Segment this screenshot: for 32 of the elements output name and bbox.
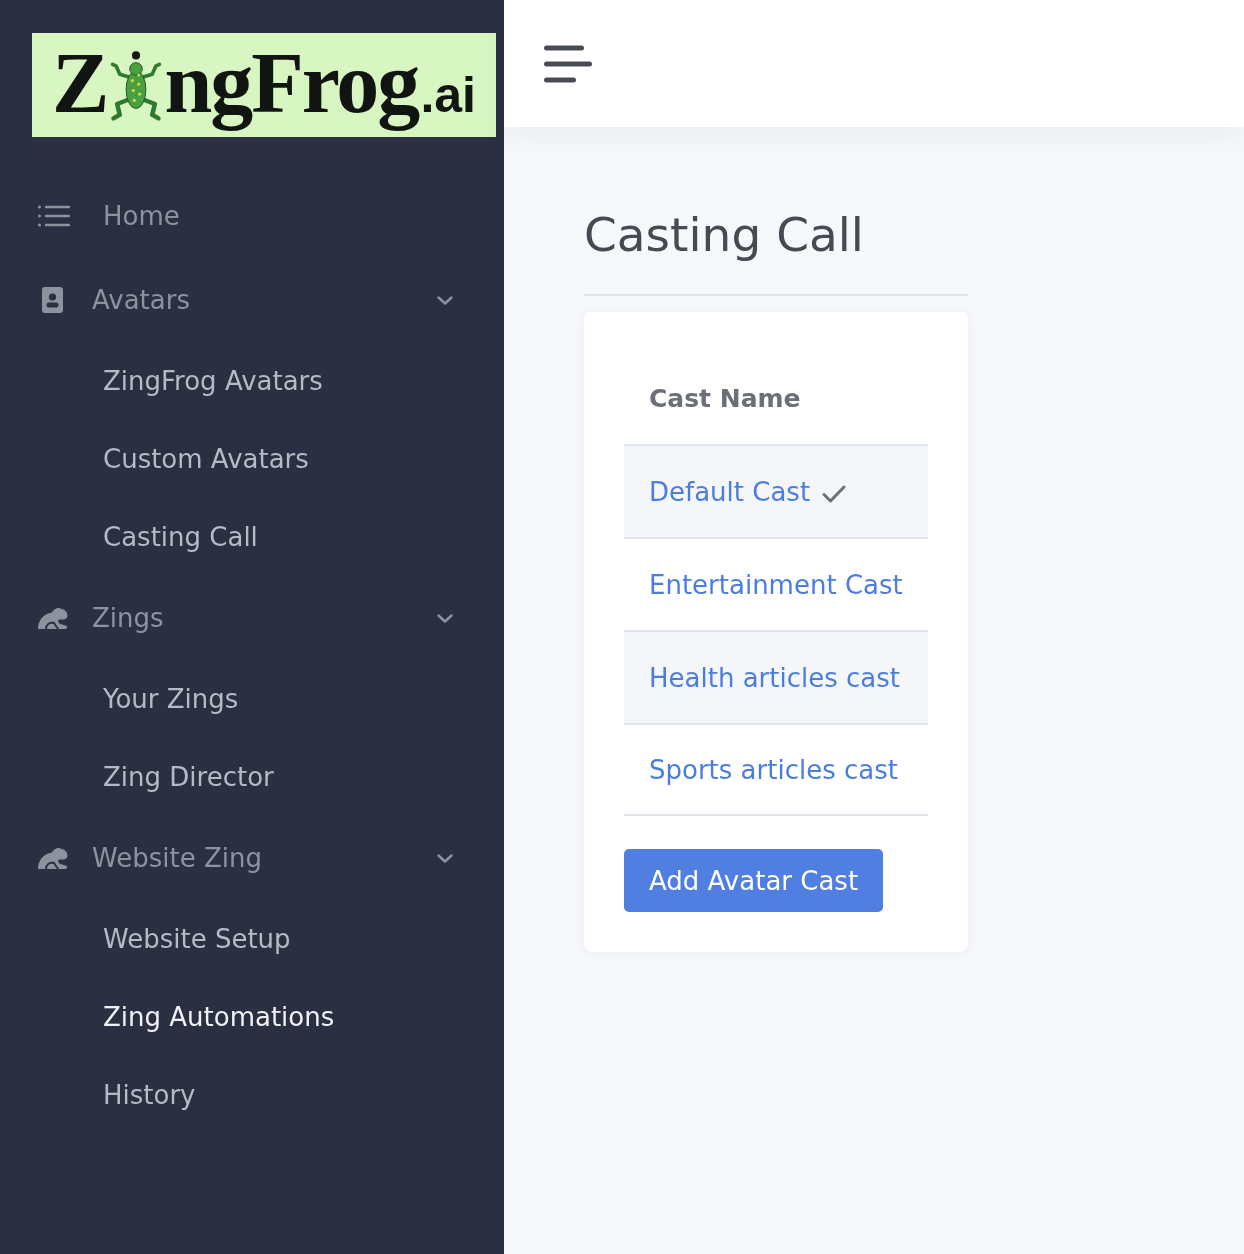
contact-card-icon: [42, 287, 63, 313]
nav-subitem[interactable]: Website Setup: [103, 924, 291, 954]
chevron-icon[interactable]: [437, 295, 453, 305]
logo-text: ngFrog: [164, 35, 419, 131]
nav-subitem[interactable]: Custom Avatars: [103, 444, 309, 474]
frog-icon: [37, 606, 68, 630]
frog-icon: [109, 49, 164, 123]
cast-link[interactable]: Entertainment Cast: [649, 569, 903, 600]
cast-link[interactable]: Health articles cast: [649, 662, 900, 693]
add-cast-button[interactable]: Add Avatar Cast: [624, 849, 884, 912]
logo-text: Z: [52, 35, 108, 131]
nav-subitem[interactable]: Your Zings: [103, 684, 239, 714]
logo-banner[interactable]: Z ngFrog.ai: [32, 33, 496, 137]
nav-subitem[interactable]: Casting Call: [103, 522, 258, 552]
logo-suffix: .ai: [420, 66, 476, 125]
column-header: Cast Name: [649, 383, 801, 413]
list-icon: [38, 205, 70, 227]
chevron-icon[interactable]: [437, 853, 453, 863]
nav-group[interactable]: Avatars: [38, 285, 190, 315]
page-title: Casting Call: [584, 206, 864, 264]
nav-subitem[interactable]: Zing Director: [103, 762, 274, 792]
nav-subitem[interactable]: ZingFrog Avatars: [103, 366, 323, 396]
nav-group[interactable]: Website Zing: [38, 843, 262, 873]
nav-group[interactable]: Zings: [38, 603, 164, 633]
nav-subitem[interactable]: History: [103, 1080, 196, 1110]
cast-link[interactable]: Sports articles cast: [649, 754, 898, 785]
frog-icon: [37, 846, 68, 870]
nav-item[interactable]: Home: [38, 201, 180, 231]
chevron-icon[interactable]: [437, 613, 453, 623]
nav-subitem[interactable]: Zing Automations: [103, 1002, 335, 1032]
menu-icon[interactable]: [544, 44, 592, 83]
cast-link[interactable]: Default Cast: [649, 476, 811, 507]
